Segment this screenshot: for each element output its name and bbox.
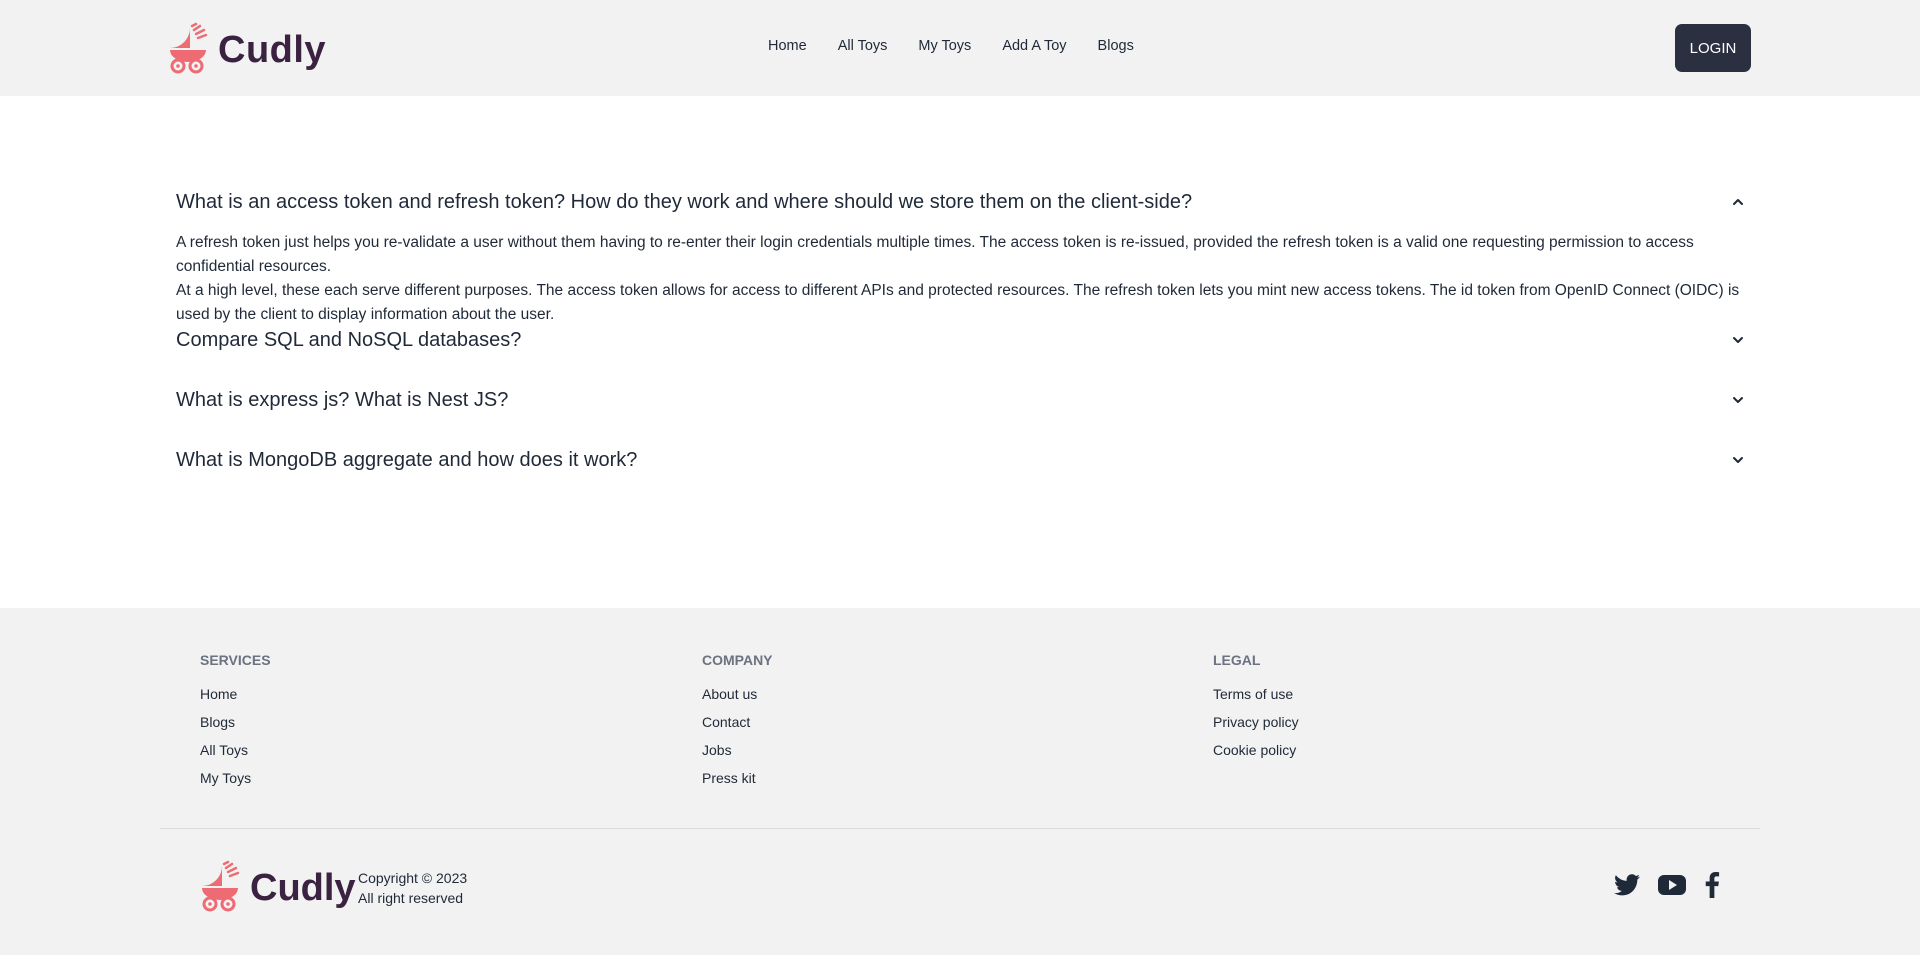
footer-link-contact[interactable]: Contact	[702, 714, 773, 730]
footer-column-legal: LEGAL Terms of use Privacy policy Cookie…	[1213, 652, 1299, 770]
login-button[interactable]: LOGIN	[1675, 24, 1751, 72]
footer-column-company: COMPANY About us Contact Jobs Press kit	[702, 652, 773, 798]
site-footer: SERVICES Home Blogs All Toys My Toys COM…	[0, 608, 1920, 955]
baby-stroller-icon	[198, 860, 244, 917]
faq-item-access-token[interactable]: What is an access token and refresh toke…	[176, 190, 1746, 328]
faq-item-mongodb-aggregate[interactable]: What is MongoDB aggregate and how does i…	[176, 448, 1746, 508]
footer-column-services: SERVICES Home Blogs All Toys My Toys	[200, 652, 271, 798]
footer-link-terms[interactable]: Terms of use	[1213, 686, 1299, 702]
main-nav: Home All Toys My Toys Add A Toy Blogs	[768, 38, 1165, 54]
footer-link-about-us[interactable]: About us	[702, 686, 773, 702]
faq-question[interactable]: What is an access token and refresh toke…	[176, 190, 1746, 214]
site-header: Cudly Home All Toys My Toys Add A Toy Bl…	[0, 0, 1920, 96]
footer-link-press-kit[interactable]: Press kit	[702, 770, 773, 786]
nav-home[interactable]: Home	[768, 38, 807, 54]
social-links	[1614, 872, 1720, 898]
nav-my-toys[interactable]: My Toys	[918, 38, 971, 54]
footer-brand-logo[interactable]: Cudly	[198, 860, 356, 917]
baby-stroller-icon	[166, 22, 212, 79]
footer-link-cookie[interactable]: Cookie policy	[1213, 742, 1299, 758]
faq-question[interactable]: What is express js? What is Nest JS?	[176, 388, 1746, 412]
footer-link-jobs[interactable]: Jobs	[702, 742, 773, 758]
footer-link-my-toys[interactable]: My Toys	[200, 770, 271, 786]
faq-item-sql-nosql[interactable]: Compare SQL and NoSQL databases?	[176, 328, 1746, 388]
footer-divider	[160, 828, 1760, 829]
chevron-down-icon[interactable]	[1730, 452, 1746, 468]
brand-logo[interactable]: Cudly	[166, 22, 326, 79]
faq-answer: A refresh token just helps you re-valida…	[176, 231, 1746, 327]
facebook-icon[interactable]	[1704, 872, 1720, 898]
faq-question[interactable]: Compare SQL and NoSQL databases?	[176, 328, 1746, 352]
faq-item-express-nest[interactable]: What is express js? What is Nest JS?	[176, 388, 1746, 448]
nav-add-a-toy[interactable]: Add A Toy	[1002, 38, 1066, 54]
brand-name: Cudly	[218, 29, 327, 71]
footer-brand-name: Cudly	[250, 867, 356, 909]
footer-column-title: SERVICES	[200, 652, 271, 668]
faq-answer-paragraph: At a high level, these each serve differ…	[176, 282, 1740, 323]
faq-answer-paragraph: A refresh token just helps you re-valida…	[176, 234, 1694, 275]
faq-accordion: What is an access token and refresh toke…	[176, 190, 1746, 508]
footer-link-privacy[interactable]: Privacy policy	[1213, 714, 1299, 730]
footer-link-home[interactable]: Home	[200, 686, 271, 702]
rights-text: All right reserved	[358, 890, 464, 906]
faq-question[interactable]: What is MongoDB aggregate and how does i…	[176, 448, 1746, 472]
footer-link-blogs[interactable]: Blogs	[200, 714, 271, 730]
nav-blogs[interactable]: Blogs	[1098, 38, 1134, 54]
copyright-text: Copyright © 2023	[358, 870, 468, 886]
chevron-down-icon[interactable]	[1730, 392, 1746, 408]
copyright-block: Copyright © 2023 All right reserved	[358, 868, 467, 908]
nav-all-toys[interactable]: All Toys	[838, 38, 888, 54]
twitter-icon[interactable]	[1614, 874, 1640, 896]
chevron-up-icon[interactable]	[1730, 194, 1746, 210]
youtube-icon[interactable]	[1658, 874, 1686, 896]
footer-column-title: COMPANY	[702, 652, 773, 668]
chevron-down-icon[interactable]	[1730, 332, 1746, 348]
footer-column-title: LEGAL	[1213, 652, 1261, 668]
footer-link-all-toys[interactable]: All Toys	[200, 742, 271, 758]
